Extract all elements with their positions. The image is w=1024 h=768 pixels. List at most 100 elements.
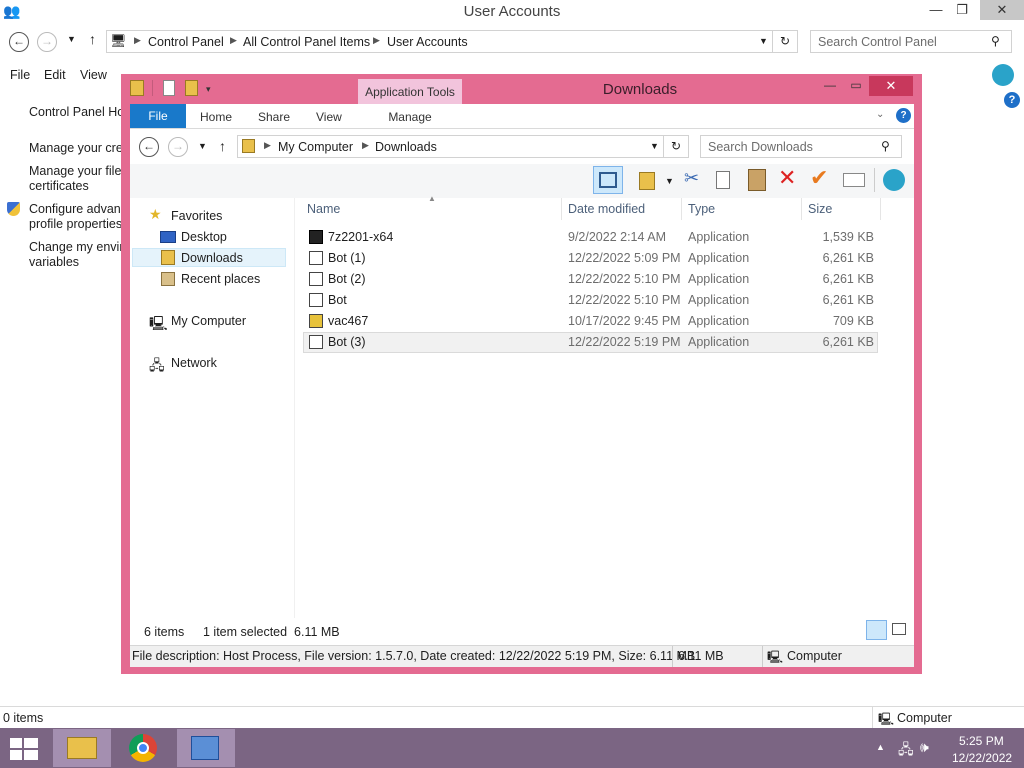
- breadcrumb-all-items[interactable]: All Control Panel Items: [243, 35, 370, 49]
- recent-locations-dropdown[interactable]: ▼: [198, 141, 207, 151]
- large-icons-view-button[interactable]: [892, 623, 906, 635]
- file-row[interactable]: Bot 12/22/2022 5:10 PM Application 6,261…: [303, 290, 878, 311]
- column-divider[interactable]: [880, 198, 881, 220]
- close-button[interactable]: ✕: [980, 0, 1024, 20]
- chevron-down-icon[interactable]: ▼: [650, 141, 659, 151]
- refresh-button[interactable]: ↻: [772, 30, 798, 53]
- minimize-button[interactable]: —: [822, 76, 838, 96]
- column-divider[interactable]: [561, 198, 562, 220]
- search-input[interactable]: Search Control Panel ⚲: [810, 30, 1012, 53]
- close-button[interactable]: ✕: [869, 76, 913, 96]
- control-panel-icon: 🖥: [110, 33, 127, 48]
- menu-view[interactable]: View: [80, 68, 107, 82]
- tab-view[interactable]: View: [316, 110, 342, 124]
- file-row[interactable]: vac467 10/17/2022 9:45 PM Application 70…: [303, 311, 878, 332]
- nav-desktop[interactable]: Desktop: [181, 230, 227, 244]
- column-divider[interactable]: [801, 198, 802, 220]
- taskbar-file-explorer[interactable]: [53, 729, 111, 767]
- tab-manage[interactable]: Manage: [362, 110, 458, 124]
- tab-share[interactable]: Share: [258, 110, 290, 124]
- windows-logo-icon: [24, 750, 38, 760]
- back-button[interactable]: ←: [9, 32, 29, 52]
- tab-home[interactable]: Home: [200, 110, 232, 124]
- address-box[interactable]: ▶ My Computer ▶ Downloads ▼: [237, 135, 665, 158]
- file-date: 10/17/2022 9:45 PM: [568, 314, 681, 328]
- column-header-type[interactable]: Type: [688, 202, 715, 216]
- ribbon-expand-icon[interactable]: ⌄: [876, 109, 884, 120]
- details-view-button[interactable]: [866, 620, 887, 640]
- breadcrumb-user-accounts[interactable]: User Accounts: [387, 35, 468, 49]
- network-icon[interactable]: 🖧: [898, 739, 914, 763]
- up-button[interactable]: ↑: [219, 138, 226, 154]
- paste-icon[interactable]: [748, 169, 766, 191]
- breadcrumb-my-computer[interactable]: My Computer: [278, 140, 353, 154]
- help-icon[interactable]: ?: [896, 108, 911, 123]
- show-hidden-icons[interactable]: ▲: [876, 742, 885, 752]
- new-folder-icon[interactable]: [185, 80, 198, 96]
- file-row-selected[interactable]: Bot (3) 12/22/2022 5:19 PM Application 6…: [303, 332, 878, 353]
- nav-network[interactable]: Network: [171, 356, 217, 370]
- forward-button[interactable]: →: [168, 137, 188, 157]
- cut-icon[interactable]: ✂: [684, 168, 699, 189]
- nav-my-computer[interactable]: My Computer: [171, 314, 246, 328]
- tab-file[interactable]: File: [130, 104, 186, 128]
- chevron-down-icon[interactable]: ▼: [759, 36, 768, 46]
- breadcrumb-downloads[interactable]: Downloads: [375, 140, 437, 154]
- column-header-name[interactable]: Name: [307, 202, 340, 216]
- start-button[interactable]: [10, 738, 38, 760]
- breadcrumb-control-panel[interactable]: Control Panel: [148, 35, 224, 49]
- left-link-credentials[interactable]: Manage your cred: [29, 141, 130, 156]
- left-link-environment[interactable]: Change my enviro variables: [29, 240, 130, 270]
- file-name: 7z2201-x64: [328, 230, 394, 244]
- column-divider[interactable]: [681, 198, 682, 220]
- search-placeholder: Search Downloads: [708, 140, 813, 154]
- move-to-folder-icon[interactable]: [639, 172, 655, 190]
- status-computer: Computer: [897, 711, 952, 725]
- copy-icon[interactable]: [716, 171, 730, 189]
- left-link-profile[interactable]: Configure advanc profile properties: [29, 202, 127, 232]
- nav-favorites[interactable]: Favorites: [171, 209, 222, 223]
- menu-edit[interactable]: Edit: [44, 68, 66, 82]
- nav-recent-places[interactable]: Recent places: [181, 272, 260, 286]
- link-line: Change my enviro: [29, 240, 131, 254]
- details-location: Computer: [787, 649, 842, 663]
- up-button[interactable]: ↑: [89, 31, 96, 47]
- maximize-button[interactable]: ❐: [948, 0, 976, 20]
- link-line: Manage your cred: [29, 141, 130, 155]
- chevron-down-icon[interactable]: ▼: [665, 176, 674, 186]
- recent-locations-dropdown[interactable]: ▼: [67, 34, 76, 44]
- help-icon[interactable]: ?: [1004, 92, 1020, 108]
- maximize-button[interactable]: ▭: [848, 76, 864, 96]
- checkmark-icon[interactable]: ✔: [810, 165, 828, 191]
- menu-file[interactable]: File: [10, 68, 30, 82]
- minimize-button[interactable]: —: [922, 0, 950, 20]
- show-desktop-button[interactable]: [1018, 728, 1024, 768]
- file-name: Bot (1): [328, 251, 366, 265]
- properties-icon[interactable]: [163, 80, 175, 96]
- column-header-date[interactable]: Date modified: [568, 202, 645, 216]
- file-date: 12/22/2022 5:10 PM: [568, 293, 681, 307]
- globe-icon[interactable]: [992, 64, 1014, 86]
- qat-dropdown-icon[interactable]: ▾: [206, 84, 211, 95]
- clock-date[interactable]: 12/22/2022: [952, 751, 1012, 765]
- file-row[interactable]: 7z2201-x64 9/2/2022 2:14 AM Application …: [303, 227, 878, 248]
- refresh-button[interactable]: ↻: [663, 135, 689, 158]
- taskbar-control-panel[interactable]: [177, 729, 235, 767]
- taskbar-chrome[interactable]: [115, 729, 173, 767]
- volume-icon[interactable]: 🕪: [920, 739, 929, 756]
- delete-icon[interactable]: ✕: [778, 165, 796, 191]
- file-row[interactable]: Bot (1) 12/22/2022 5:09 PM Application 6…: [303, 248, 878, 269]
- globe-icon[interactable]: [883, 169, 905, 191]
- forward-button[interactable]: →: [37, 32, 57, 52]
- clock-time[interactable]: 5:25 PM: [959, 734, 1004, 748]
- control-panel-home-link[interactable]: Control Panel Ho: [29, 105, 124, 120]
- column-header-size[interactable]: Size: [808, 202, 832, 216]
- rename-icon[interactable]: [843, 173, 865, 187]
- nav-downloads[interactable]: Downloads: [181, 251, 243, 265]
- address-box[interactable]: 🖥 ▶ Control Panel ▶ All Control Panel It…: [106, 30, 774, 53]
- file-row[interactable]: Bot (2) 12/22/2022 5:10 PM Application 6…: [303, 269, 878, 290]
- pane-splitter[interactable]: [294, 198, 295, 618]
- back-button[interactable]: ←: [139, 137, 159, 157]
- left-link-file-encryption[interactable]: Manage your file certificates: [29, 164, 121, 194]
- search-input[interactable]: Search Downloads ⚲: [700, 135, 902, 158]
